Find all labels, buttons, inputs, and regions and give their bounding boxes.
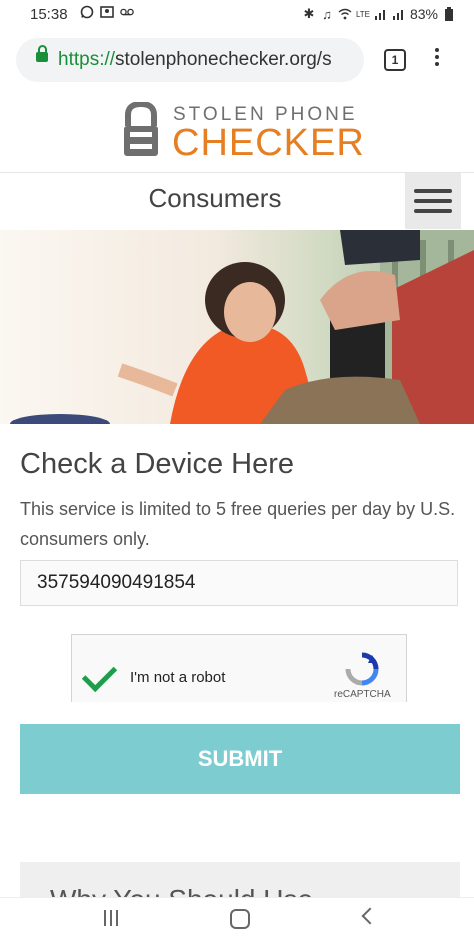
captcha-label: I'm not a robot	[130, 669, 226, 686]
volte-icon: LTE	[355, 9, 371, 19]
bluetooth-icon: ✱	[303, 6, 315, 21]
signal-icon-2	[392, 7, 406, 21]
voicemail-icon	[120, 5, 134, 19]
form-heading: Check a Device Here	[20, 448, 294, 480]
checkmark-icon[interactable]	[81, 656, 118, 693]
browser-toolbar: https://stolenphonechecker.org/s 1	[0, 30, 474, 90]
url-text[interactable]: https://stolenphonechecker.org/s	[58, 49, 358, 71]
next-section-card: Why You Should Use	[20, 862, 460, 902]
padlock-logo-icon[interactable]	[122, 100, 160, 158]
recaptcha-brand-label: reCAPTCHA	[334, 689, 391, 700]
section-nav: Consumers	[0, 173, 474, 229]
logo-text-bottom: CHECKER	[172, 122, 365, 164]
status-bar: 15:38 ✱ ♫ LTE 83%	[0, 0, 474, 30]
recaptcha-logo-icon	[344, 651, 380, 687]
address-bar[interactable]: https://stolenphonechecker.org/s	[16, 38, 364, 82]
submit-button[interactable]: SUBMIT	[20, 724, 460, 794]
signal-icon	[374, 7, 388, 21]
system-nav-bar	[0, 897, 474, 940]
whatsapp-icon	[80, 5, 94, 19]
lock-icon	[36, 45, 48, 62]
wifi-icon	[338, 7, 352, 21]
status-time: 15:38	[30, 6, 68, 23]
system-icons: ✱ ♫ LTE 83%	[302, 6, 456, 22]
mute-icon: ♫	[322, 6, 332, 22]
hero-image	[0, 230, 474, 424]
recaptcha-widget: I'm not a robot reCAPTCHA	[71, 634, 407, 702]
notification-icons	[80, 5, 134, 19]
battery-percent: 83%	[409, 6, 438, 22]
site-header: STOLEN PHONE CHECKER	[0, 92, 474, 173]
page-title: Consumers	[148, 183, 282, 213]
overflow-menu-icon[interactable]	[433, 48, 441, 72]
imei-input-wrapper	[20, 560, 458, 606]
imei-input[interactable]	[21, 561, 457, 605]
battery-icon	[442, 7, 456, 21]
form-description: This service is limited to 5 free querie…	[20, 499, 456, 549]
recent-apps-icon[interactable]	[102, 910, 120, 926]
home-icon[interactable]	[230, 909, 250, 929]
back-icon[interactable]	[361, 907, 379, 925]
gallery-icon	[100, 5, 114, 19]
hamburger-menu-button[interactable]	[405, 173, 461, 229]
tab-switcher-button[interactable]: 1	[384, 49, 406, 71]
